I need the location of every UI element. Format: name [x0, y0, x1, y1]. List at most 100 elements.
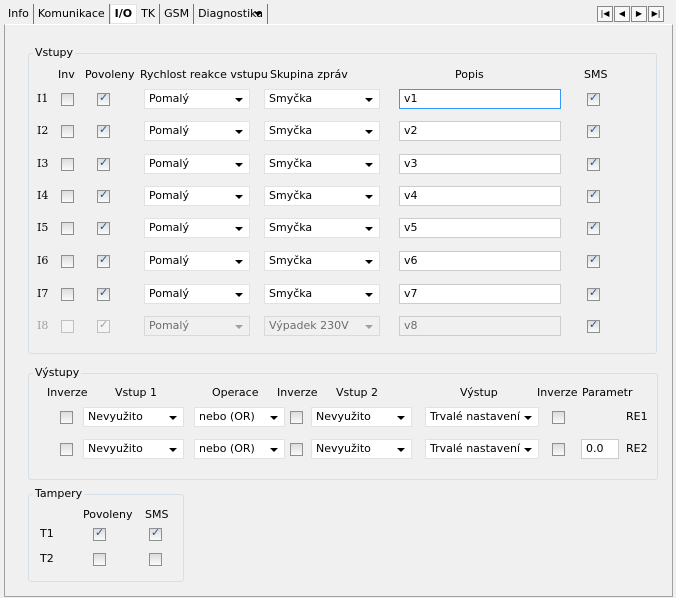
inv-checkbox[interactable]: [61, 288, 74, 301]
sms-checkbox[interactable]: [587, 123, 600, 138]
povoleny-checkbox[interactable]: [97, 318, 110, 333]
operace-select[interactable]: nebo (OR): [194, 439, 285, 459]
rychlost-select[interactable]: Pomalý: [144, 89, 250, 109]
inverze3-checkbox[interactable]: [552, 443, 565, 456]
inverze2-checkbox[interactable]: [290, 411, 303, 424]
tab-tk[interactable]: TK: [137, 4, 161, 24]
vystup-select[interactable]: Trvalé nastavení: [425, 407, 539, 427]
input-label: I4: [37, 189, 49, 202]
povoleny-checkbox[interactable]: [97, 253, 110, 268]
vstup2-select[interactable]: Nevyužito: [311, 439, 412, 459]
popis-input[interactable]: v7: [399, 284, 561, 304]
tamper-povoleny-checkbox[interactable]: [93, 553, 106, 566]
rychlost-select[interactable]: Pomalý: [144, 186, 250, 206]
inv-checkbox[interactable]: [61, 190, 74, 203]
sms-checkbox[interactable]: [587, 220, 600, 235]
tamper-sms-checkbox[interactable]: [149, 553, 162, 566]
first-icon[interactable]: |◀: [597, 6, 613, 22]
sms-checkbox[interactable]: [587, 318, 600, 333]
rychlost-select[interactable]: Pomalý: [144, 121, 250, 141]
popis-input[interactable]: v3: [399, 154, 561, 174]
tampery-title: Tampery: [33, 487, 85, 500]
vstupy-title: Vstupy: [33, 46, 76, 59]
povoleny-checkbox[interactable]: [97, 286, 110, 301]
input-label: I7: [37, 287, 49, 300]
popis-input[interactable]: v5: [399, 218, 561, 238]
last-icon[interactable]: ▶|: [648, 6, 664, 22]
sms-checkbox[interactable]: [587, 91, 600, 106]
tab-info[interactable]: Info: [4, 4, 34, 24]
output-label: RE1: [626, 410, 648, 423]
inv-checkbox[interactable]: [61, 255, 74, 268]
inverze1-checkbox[interactable]: [60, 411, 73, 424]
skupina-select[interactable]: Smyčka: [264, 89, 380, 109]
tamper-label: T2: [40, 552, 54, 565]
sms-checkbox[interactable]: [587, 286, 600, 301]
rychlost-select[interactable]: Pomalý: [144, 316, 250, 336]
rychlost-select[interactable]: Pomalý: [144, 284, 250, 304]
header-povoleny: Povoleny: [85, 68, 135, 81]
header-skupina: Skupina zpráv: [270, 68, 348, 81]
tamper-label: T1: [40, 527, 54, 540]
inverze1-checkbox[interactable]: [60, 443, 73, 456]
skupina-select[interactable]: Výpadek 230V: [264, 316, 380, 336]
header-vstup2: Vstup 2: [336, 386, 379, 399]
header-tamper-sms: SMS: [145, 508, 169, 521]
sms-checkbox[interactable]: [587, 253, 600, 268]
popis-input[interactable]: v6: [399, 251, 561, 271]
tab-komunikace[interactable]: Komunikace: [34, 4, 110, 24]
header-operace: Operace: [212, 386, 259, 399]
sms-checkbox[interactable]: [587, 188, 600, 203]
input-label: I3: [37, 157, 49, 170]
rychlost-select[interactable]: Pomalý: [144, 251, 250, 271]
header-rychlost: Rychlost reakce vstupu: [140, 68, 268, 81]
operace-select[interactable]: nebo (OR): [194, 407, 285, 427]
input-label: I8: [37, 319, 49, 332]
popis-input[interactable]: v4: [399, 186, 561, 206]
vstup1-select[interactable]: Nevyužito: [83, 407, 184, 427]
input-label: I5: [37, 221, 49, 234]
tamper-povoleny-checkbox[interactable]: [93, 526, 106, 541]
prev-icon[interactable]: ◀: [614, 6, 630, 22]
input-label: I6: [37, 254, 49, 267]
header-parametr: Parametr: [582, 386, 633, 399]
skupina-select[interactable]: Smyčka: [264, 218, 380, 238]
inv-checkbox[interactable]: [61, 320, 74, 333]
popis-input[interactable]: v8: [399, 316, 561, 336]
povoleny-checkbox[interactable]: [97, 220, 110, 235]
header-sms: SMS: [584, 68, 608, 81]
tab-io[interactable]: I/O: [109, 4, 138, 24]
skupina-select[interactable]: Smyčka: [264, 251, 380, 271]
inverze2-checkbox[interactable]: [290, 443, 303, 456]
skupina-select[interactable]: Smyčka: [264, 284, 380, 304]
vstup1-select[interactable]: Nevyužito: [83, 439, 184, 459]
header-vystup: Výstup: [460, 386, 498, 399]
inverze3-checkbox[interactable]: [552, 411, 565, 424]
skupina-select[interactable]: Smyčka: [264, 186, 380, 206]
povoleny-checkbox[interactable]: [97, 188, 110, 203]
next-icon[interactable]: ▶: [631, 6, 647, 22]
header-inverze3: Inverze: [537, 386, 578, 399]
vystupy-title: Výstupy: [33, 366, 82, 379]
sms-checkbox[interactable]: [587, 156, 600, 171]
povoleny-checkbox[interactable]: [97, 91, 110, 106]
skupina-select[interactable]: Smyčka: [264, 121, 380, 141]
tamper-sms-checkbox[interactable]: [149, 526, 162, 541]
skupina-select[interactable]: Smyčka: [264, 154, 380, 174]
popis-input[interactable]: v1: [399, 89, 561, 109]
vystup-select[interactable]: Trvalé nastavení: [425, 439, 539, 459]
parametr-input[interactable]: 0.0: [581, 439, 619, 459]
inv-checkbox[interactable]: [61, 222, 74, 235]
povoleny-checkbox[interactable]: [97, 156, 110, 171]
inv-checkbox[interactable]: [61, 125, 74, 138]
vstup2-select[interactable]: Nevyužito: [311, 407, 412, 427]
inv-checkbox[interactable]: [61, 93, 74, 106]
inv-checkbox[interactable]: [61, 158, 74, 171]
povoleny-checkbox[interactable]: [97, 123, 110, 138]
rychlost-select[interactable]: Pomalý: [144, 154, 250, 174]
rychlost-select[interactable]: Pomalý: [144, 218, 250, 238]
tab-gsm[interactable]: GSM: [160, 4, 195, 24]
header-popis: Popis: [455, 68, 484, 81]
popis-input[interactable]: v2: [399, 121, 561, 141]
header-tamper-povoleny: Povoleny: [83, 508, 133, 521]
